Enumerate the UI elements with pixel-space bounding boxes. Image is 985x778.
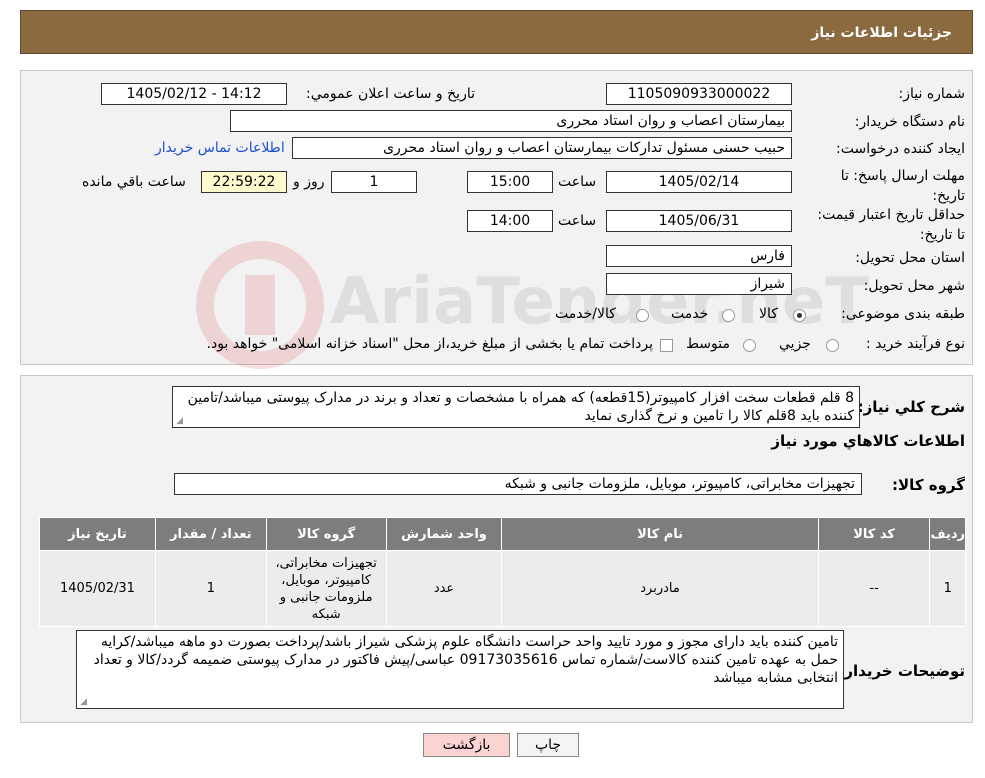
buyer-notes-textarea[interactable]: تامین کننده باید دارای مجوز و مورد تایید… — [76, 630, 844, 709]
response-time-label: ساعت — [558, 174, 597, 190]
category-option-service: خدمت — [671, 306, 709, 322]
response-deadline-date: 1405/02/14 — [606, 171, 792, 193]
city-label: شهر محل تحویل: — [863, 278, 965, 294]
description-label: شرح كلي نیاز: — [857, 398, 965, 416]
category-radio-service[interactable] — [722, 309, 735, 322]
requester-field: حبیب حسنی مسئول تدارکات بیمارستان اعصاب … — [292, 137, 792, 159]
response-deadline-label: مهلت ارسال پاسخ: تا تاریخ: — [840, 168, 965, 204]
goods-group-label: گروه کالا: — [892, 476, 965, 494]
col-goods-group: گروه کالا — [265, 517, 387, 551]
buyer-org-field: بیمارستان اعصاب و روان استاد محرری — [230, 110, 792, 132]
description-textarea[interactable]: 8 قلم قطعات سخت افزار کامپیوتر(15قطعه) ک… — [172, 386, 860, 428]
remaining-time-field: 22:59:22 — [201, 171, 287, 193]
purchase-radio-medium[interactable] — [743, 339, 756, 352]
city-field: شیراز — [606, 273, 792, 295]
col-need-date: تاریخ نیاز — [39, 517, 156, 551]
cell-goods-name: مادربرد — [501, 550, 819, 627]
announce-datetime-label: تاریخ و ساعت اعلان عمومي: — [306, 86, 475, 102]
treasury-note: پرداخت تمام یا بخشی از مبلغ خرید،از محل … — [206, 336, 653, 352]
col-unit: واحد شمارش — [385, 517, 503, 551]
buyer-notes-text: تامین کننده باید دارای مجوز و مورد تایید… — [93, 634, 838, 686]
response-days-field: 1 — [331, 171, 417, 193]
page-header: جزئیات اطلاعات نیاز — [20, 10, 973, 54]
price-validity-label: حداقل تاریخ اعتبار قیمت: تا تاریخ: — [817, 207, 965, 243]
category-radio-goods[interactable] — [793, 309, 806, 322]
category-label: طبقه بندی موضوعی: — [841, 306, 965, 322]
response-deadline-time: 15:00 — [467, 171, 553, 193]
category-radio-goods-service[interactable] — [636, 309, 649, 322]
cell-goods-code: -- — [817, 550, 931, 627]
goods-group-field: تجهیزات مخابراتی، کامپیوتر، موبایل، ملزو… — [174, 473, 862, 495]
purchase-radio-minor[interactable] — [826, 339, 839, 352]
province-field: فارس — [606, 245, 792, 267]
watermark-logo-icon — [196, 241, 324, 369]
description-text: 8 قلم قطعات سخت افزار کامپیوتر(15قطعه) ک… — [187, 390, 854, 424]
back-button[interactable]: بازگشت — [423, 733, 510, 757]
province-label: استان محل تحویل: — [855, 250, 965, 266]
category-option-goods: کالا — [759, 306, 778, 322]
requester-label: ایجاد کننده درخواست: — [836, 141, 965, 157]
col-quantity: تعداد / مقدار — [154, 517, 267, 551]
purchase-option-medium: متوسط — [686, 336, 730, 352]
buyer-notes-label: توضیحات خریدار: — [838, 662, 965, 680]
cell-goods-group: تجهیزات مخابراتی، کامپیوتر، موبایل، ملزو… — [265, 550, 387, 627]
purchase-option-minor: جزیي — [779, 336, 811, 352]
need-number-label: شماره نیاز: — [898, 86, 966, 102]
buyer-org-label: نام دستگاه خریدار: — [854, 114, 965, 130]
col-goods-name: نام کالا — [501, 517, 819, 551]
price-validity-time-label: ساعت — [558, 213, 597, 229]
cell-unit: عدد — [385, 550, 503, 627]
print-button[interactable]: چاپ — [517, 733, 579, 757]
col-goods-code: کد کالا — [817, 517, 931, 551]
cell-row-number: 1 — [929, 550, 966, 627]
days-label: روز و — [293, 174, 325, 190]
category-option-goods-service: کالا/خدمت — [555, 306, 616, 322]
remaining-label: ساعت باقي مانده — [82, 174, 186, 190]
resize-grip-icon[interactable]: ◢ — [78, 698, 87, 707]
resize-grip-icon[interactable]: ◢ — [174, 417, 183, 426]
page-title: جزئیات اطلاعات نیاز — [811, 25, 952, 41]
need-number-field: 1105090933000022 — [606, 83, 792, 105]
table-row[interactable]: 1 -- مادربرد عدد تجهیزات مخابراتی، کامپی… — [39, 550, 966, 627]
col-row-number: ردیف — [929, 517, 966, 551]
price-validity-date: 1405/06/31 — [606, 210, 792, 232]
cell-need-date: 1405/02/31 — [39, 550, 156, 627]
table-header-row: ردیف کد کالا نام کالا واحد شمارش گروه کا… — [39, 517, 966, 551]
goods-info-title: اطلاعات کالاهاي مورد نیاز — [771, 432, 965, 450]
announce-datetime-field: 1405/02/12 - 14:12 — [101, 83, 287, 105]
purchase-type-label: نوع فرآیند خرید : — [866, 336, 965, 352]
treasury-checkbox[interactable] — [660, 339, 673, 352]
cell-quantity: 1 — [154, 550, 267, 627]
buyer-contact-link[interactable]: اطلاعات تماس خریدار — [155, 140, 285, 156]
price-validity-time: 14:00 — [467, 210, 553, 232]
goods-table: ردیف کد کالا نام کالا واحد شمارش گروه کا… — [39, 517, 966, 627]
